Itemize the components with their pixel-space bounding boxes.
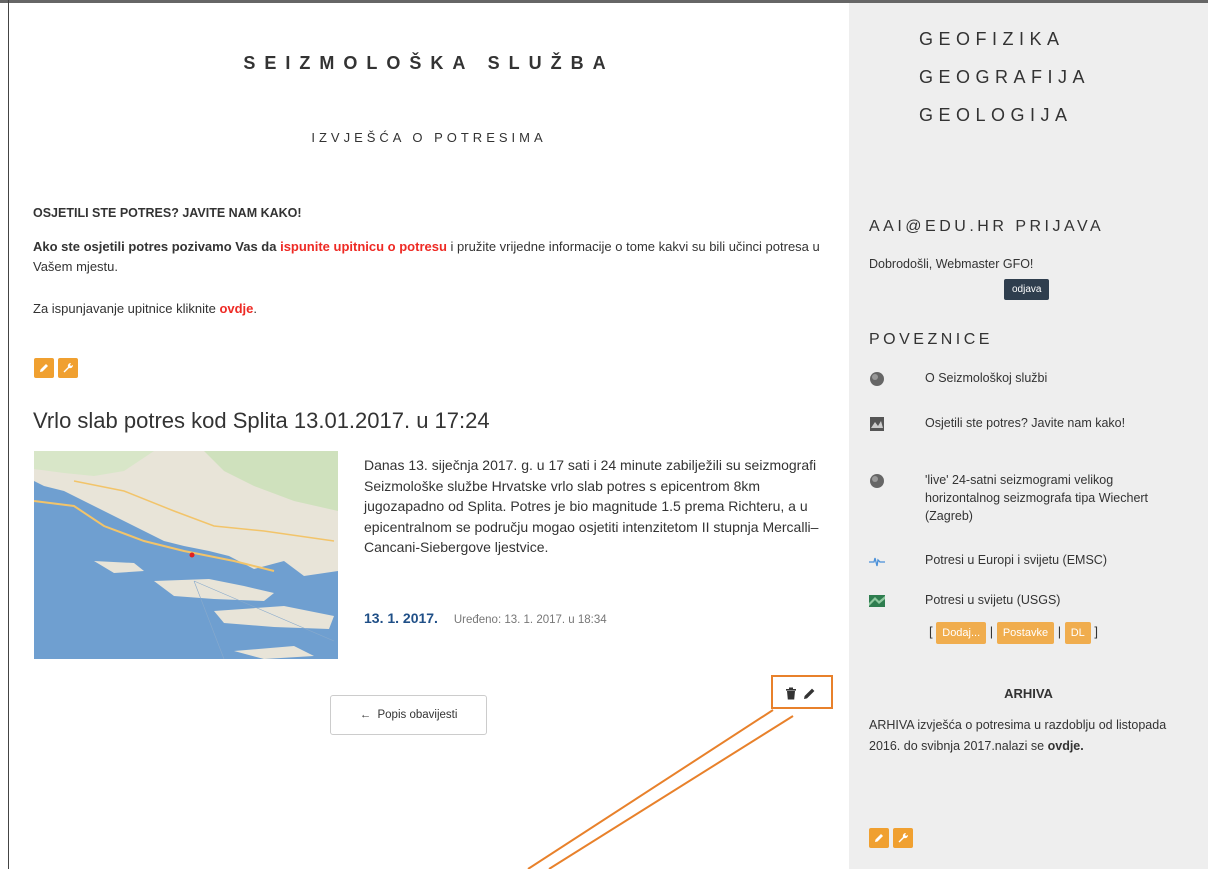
archive-text-end: . [1080, 739, 1084, 753]
bracket-close: ] [1094, 624, 1099, 639]
separator: | [989, 624, 994, 639]
welcome-text: Dobrodošli, Webmaster GFO! [869, 257, 1034, 271]
link-controls: [ Dodaj... | Postavke | DL ] [929, 622, 1098, 644]
separator: | [1057, 624, 1062, 639]
dl-button[interactable]: DL [1064, 622, 1091, 644]
add-link-button[interactable]: Dodaj... [936, 622, 987, 644]
sidebar-settings-button[interactable] [893, 828, 913, 848]
usgs-icon [869, 595, 885, 607]
link-label: Potresi u svijetu (USGS) [925, 593, 1061, 607]
wrench-icon [898, 832, 909, 843]
globe-icon [870, 372, 884, 386]
archive-text-intro: ARHIVA izvješća o potresima u razdoblju … [869, 718, 1167, 753]
dept-geofizika[interactable]: GEOFIZIKA [919, 29, 1065, 50]
pencil-icon [875, 834, 883, 842]
archive-heading: ARHIVA [1004, 686, 1053, 701]
image-icon [870, 417, 884, 431]
dept-geografija[interactable]: GEOGRAFIJA [919, 67, 1090, 88]
login-heading: AAI@EDU.HR PRIJAVA [869, 218, 1105, 235]
dept-geologija[interactable]: GEOLOGIJA [919, 105, 1073, 126]
link-label: Osjetili ste potres? Javite nam kako! [925, 416, 1126, 430]
annotation-arrow [527, 709, 794, 869]
link-settings-button[interactable]: Postavke [996, 622, 1055, 644]
bracket-open: [ [929, 624, 933, 639]
sidebar-edit-button[interactable] [869, 828, 889, 848]
link-label: Potresi u Europi i svijetu (EMSC) [925, 553, 1108, 567]
seismogram-icon [869, 557, 885, 567]
logout-button[interactable]: odjava [1004, 279, 1050, 300]
globe-icon [870, 474, 884, 488]
main-content: SEIZMOLOŠKA SLUŽBA IZVJEŠĆA O POTRESIMA … [9, 3, 849, 869]
links-heading: POVEZNICE [869, 331, 993, 348]
archive-link[interactable]: ovdje [1048, 739, 1081, 753]
sidebar: GEOFIZIKA GEOGRAFIJA GEOLOGIJA AAI@EDU.H… [849, 3, 1208, 869]
link-label: O Seizmološkoj službi [925, 371, 1048, 385]
link-label: 'live' 24-satni seizmogrami velikog hori… [925, 473, 1149, 523]
archive-text: ARHIVA izvješća o potresima u razdoblju … [869, 715, 1194, 757]
